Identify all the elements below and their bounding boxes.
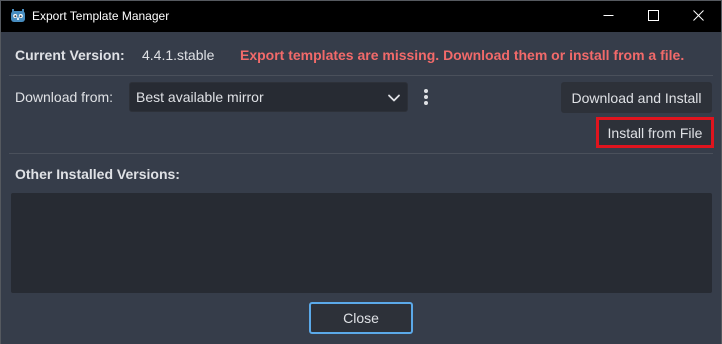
close-button[interactable]: Close xyxy=(309,302,413,334)
kebab-menu-icon[interactable] xyxy=(419,86,433,108)
separator xyxy=(9,75,713,76)
chevron-down-icon xyxy=(387,91,401,105)
dialog-content: Current Version: 4.4.1.stable Export tem… xyxy=(1,32,721,344)
separator xyxy=(9,153,713,154)
other-installed-versions-label: Other Installed Versions: xyxy=(15,166,180,182)
maximize-icon xyxy=(647,8,659,26)
godot-icon xyxy=(10,8,26,24)
installed-versions-list[interactable] xyxy=(11,193,712,293)
close-icon xyxy=(692,8,704,26)
close-window-button[interactable] xyxy=(675,1,721,32)
download-from-label: Download from: xyxy=(15,89,114,105)
title-bar[interactable]: Export Template Manager xyxy=(1,1,721,32)
mirror-select-value: Best available mirror xyxy=(136,89,264,105)
export-template-manager-window: Export Template Manager Current Version:… xyxy=(0,0,722,344)
minimize-button[interactable] xyxy=(585,1,631,32)
current-version-label: Current Version: xyxy=(15,47,125,63)
templates-missing-warning: Export templates are missing. Download t… xyxy=(240,47,685,63)
mirror-select[interactable]: Best available mirror xyxy=(129,82,408,112)
window-title: Export Template Manager xyxy=(32,9,170,23)
current-version-value: 4.4.1.stable xyxy=(142,47,215,63)
minimize-icon xyxy=(603,8,614,26)
download-and-install-button[interactable]: Download and Install xyxy=(561,82,712,113)
maximize-button[interactable] xyxy=(630,1,676,32)
install-from-file-button[interactable]: Install from File xyxy=(596,117,714,148)
